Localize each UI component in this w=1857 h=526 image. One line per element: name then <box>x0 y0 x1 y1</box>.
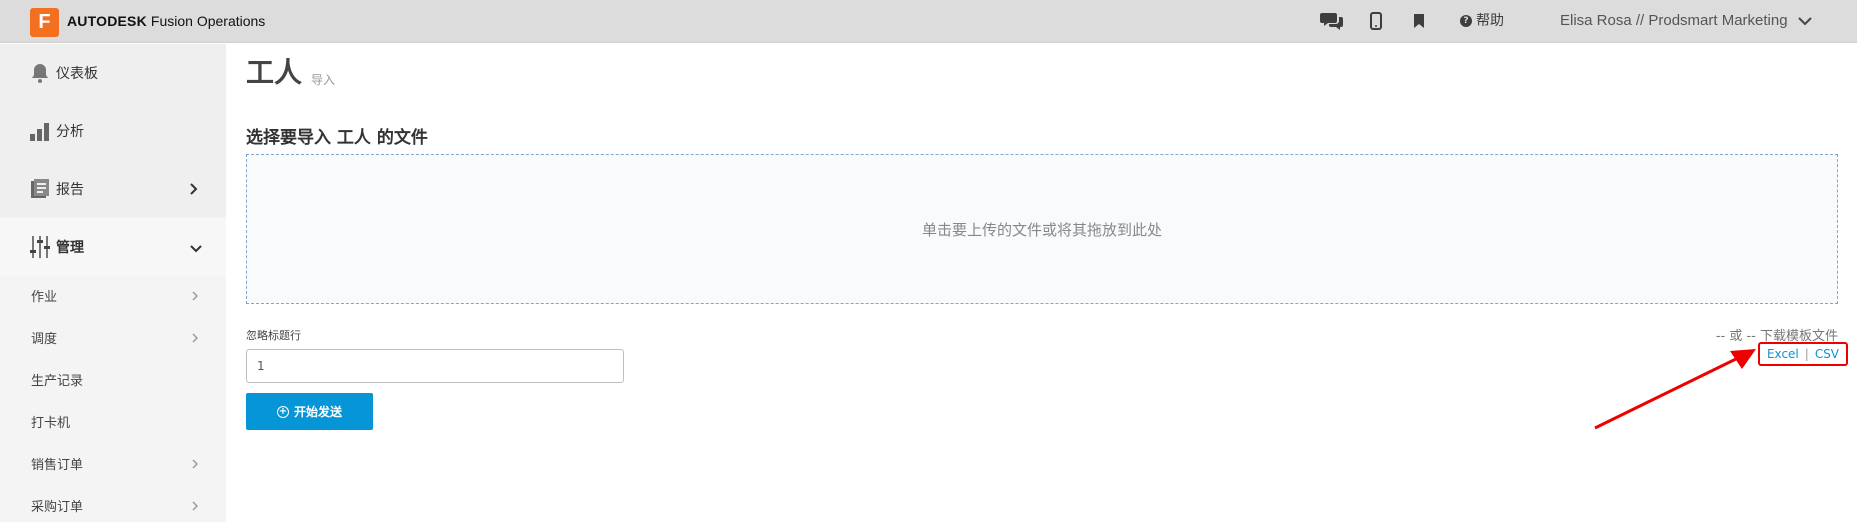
bar-chart-icon <box>30 120 50 142</box>
bell-icon <box>30 62 50 84</box>
chevron-right-icon <box>190 180 198 199</box>
chevron-right-icon <box>192 286 199 305</box>
chevron-right-icon <box>192 496 199 515</box>
sidebar-item-label: 仪表板 <box>56 66 98 82</box>
question-icon: ? <box>1460 15 1472 27</box>
sidebar-subitem-label: 生产记录 <box>31 373 84 389</box>
chevron-down-icon <box>190 238 202 257</box>
section-title: 选择要导入 工人 的文件 <box>246 128 428 148</box>
top-bar: F AUTODESK Fusion Operations ? 帮助 Elisa R… <box>0 0 1857 43</box>
sidebar-subitem-scheduling[interactable]: 调度 <box>0 316 226 358</box>
brand-bold: AUTODESK <box>67 13 147 29</box>
page-subtitle: 导入 <box>311 73 336 87</box>
sidebar-item-manage[interactable]: 管理 <box>0 218 226 276</box>
sidebar: 仪表板 分析 报告 管理 作业 调度 生产记录 打卡机 销售订单 采购订单 <box>0 44 226 522</box>
sidebar-subitem-jobs[interactable]: 作业 <box>0 274 226 316</box>
dropzone-text: 单击要上传的文件或将其拖放到此处 <box>921 220 1162 239</box>
file-dropzone[interactable]: 单击要上传的文件或将其拖放到此处 <box>246 154 1838 304</box>
mobile-icon[interactable] <box>1370 10 1382 32</box>
chevron-right-icon <box>192 454 199 473</box>
fusion-logo-icon[interactable]: F <box>30 8 59 37</box>
start-upload-label: 开始发送 <box>293 405 342 419</box>
brand-product: Fusion Operations <box>150 13 266 29</box>
ignore-header-input[interactable] <box>246 349 624 383</box>
sidebar-item-reports[interactable]: 报告 <box>0 160 226 218</box>
link-separator: | <box>1804 347 1809 361</box>
report-icon <box>30 178 50 200</box>
sidebar-subitem-time-clock[interactable]: 打卡机 <box>0 400 226 442</box>
chevron-down-icon <box>1797 16 1812 25</box>
sidebar-subitem-purchase-orders[interactable]: 采购订单 <box>0 484 226 526</box>
sidebar-subitem-label: 打卡机 <box>31 415 71 431</box>
start-upload-button[interactable]: + 开始发送 <box>246 393 373 430</box>
ignore-header-label: 忽略标题行 <box>246 329 301 342</box>
sidebar-item-analytics[interactable]: 分析 <box>0 102 226 160</box>
sidebar-subitem-label: 采购订单 <box>31 499 84 515</box>
sidebar-item-label: 管理 <box>56 240 84 256</box>
sidebar-item-label: 分析 <box>56 124 84 140</box>
page-title: 工人 <box>246 56 303 89</box>
help-label: 帮助 <box>1476 13 1504 29</box>
bookmark-icon[interactable] <box>1413 10 1425 32</box>
red-arrow-annotation <box>1594 349 1756 430</box>
excel-template-link[interactable]: Excel <box>1767 347 1799 361</box>
chat-icon[interactable] <box>1320 10 1344 32</box>
sidebar-item-label: 报告 <box>56 182 84 198</box>
help-link[interactable]: ? 帮助 <box>1460 12 1504 30</box>
sidebar-subitem-label: 作业 <box>31 289 58 305</box>
sidebar-subitem-sales-orders[interactable]: 销售订单 <box>0 442 226 484</box>
user-menu[interactable]: Elisa Rosa // Prodsmart Marketing <box>1560 12 1812 30</box>
sidebar-item-dashboard[interactable]: 仪表板 <box>0 44 226 102</box>
user-label: Elisa Rosa // Prodsmart Marketing <box>1560 12 1788 29</box>
csv-template-link[interactable]: CSV <box>1815 347 1839 361</box>
plus-circle-icon: + <box>276 405 289 418</box>
template-links: Excel | CSV <box>1758 342 1848 366</box>
sidebar-subitem-label: 调度 <box>31 331 58 347</box>
chevron-right-icon <box>192 328 199 347</box>
brand-name: AUTODESK Fusion Operations <box>67 12 265 30</box>
sliders-icon <box>30 236 50 258</box>
sidebar-subitem-label: 销售订单 <box>31 457 84 473</box>
sidebar-subitem-production-records[interactable]: 生产记录 <box>0 358 226 400</box>
